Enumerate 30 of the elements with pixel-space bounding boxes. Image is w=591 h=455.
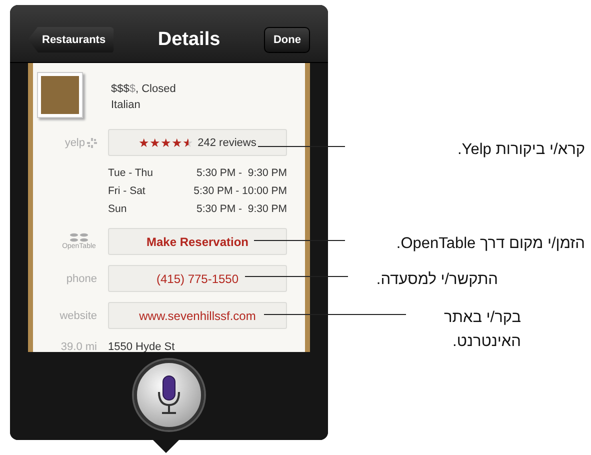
microphone-button[interactable] [134,360,204,430]
days-text: Sun [108,202,127,217]
distance-text: 39.0 mi [60,341,97,352]
microphone-icon [156,375,182,415]
reservation-button[interactable]: Make Reservation [108,228,287,255]
star-rating: ★★★★★ [138,136,194,148]
burst-icon [87,138,97,148]
done-button[interactable]: Done [264,26,310,52]
price-status-text: $$$$, Closed [111,82,176,97]
callout-text: התקשר/י למסעדה. [375,270,498,290]
photo-placeholder [37,72,83,118]
cuisine-text: Italian [111,98,142,113]
phone-button[interactable]: (415) 775-1550 [108,265,287,292]
reviews-button[interactable]: ★★★★★ 242 reviews [108,129,287,156]
days-text: Fri - Sat [108,184,146,199]
days-text: Tue - Thu [108,166,153,181]
callout-text: בקר/י באתר האינטרנט. [442,308,521,352]
website-button[interactable]: www.sevenhillssf.com [108,302,287,329]
hours-text: 5:30 PM - 9:30 PM [196,202,287,217]
screen-title: Details [158,28,220,50]
back-button[interactable]: Restaurants [28,26,114,52]
callout-text: קרא/י ביקורות Yelp. [456,140,585,160]
phone-label: phone [65,272,97,284]
hours-text: 5:30 PM - 9:30 PM [196,166,287,181]
website-label: website [58,310,97,322]
address-text: 1550 Hyde St [108,341,175,352]
hours-text: 5:30 PM - 10:00 PM [194,184,287,199]
callout-text: הזמן/י מקום דרך OpenTable. [395,234,585,254]
table-icon [68,233,90,243]
yelp-label: yelp [64,136,85,148]
